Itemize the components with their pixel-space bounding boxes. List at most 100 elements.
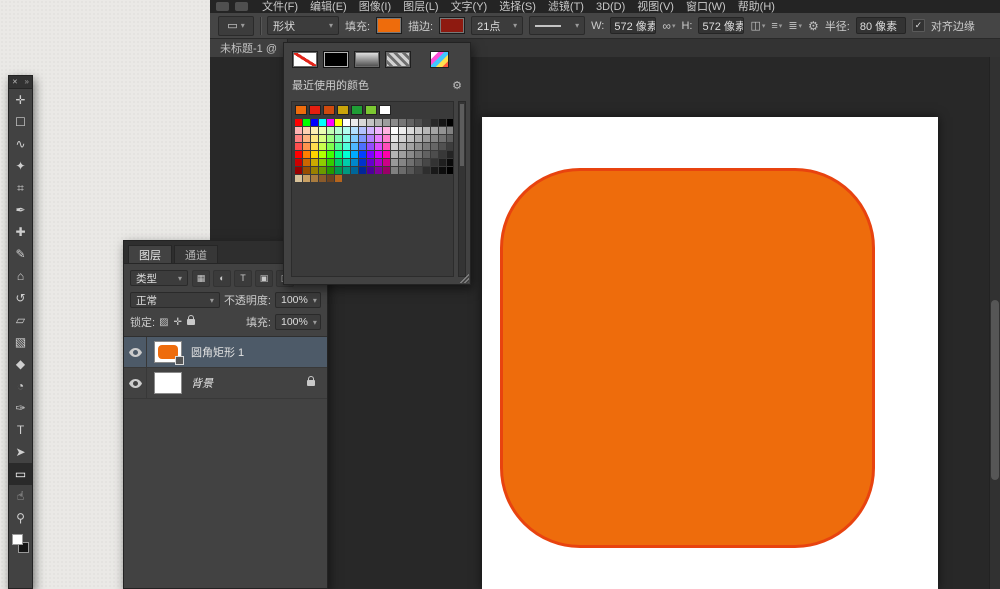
palette-swatch[interactable] xyxy=(415,167,422,174)
palette-swatch[interactable] xyxy=(431,143,438,150)
stroke-color-swatch[interactable] xyxy=(439,17,465,34)
document-canvas[interactable] xyxy=(482,117,938,589)
history-brush-tool-icon[interactable]: ↺ xyxy=(9,287,32,309)
palette-swatch[interactable] xyxy=(407,151,414,158)
palette-swatch[interactable] xyxy=(335,175,342,182)
layer-row-shape[interactable]: 圆角矩形 1 xyxy=(124,337,327,368)
palette-swatch[interactable] xyxy=(407,143,414,150)
palette-swatch[interactable] xyxy=(447,135,454,142)
palette-swatch[interactable] xyxy=(343,135,350,142)
palette-swatch[interactable] xyxy=(359,151,366,158)
gear-icon[interactable]: ⚙ xyxy=(808,19,819,33)
eyedropper-tool-icon[interactable]: ✒ xyxy=(9,199,32,221)
palette-swatch[interactable] xyxy=(447,159,454,166)
palette-swatch[interactable] xyxy=(311,135,318,142)
align-edges-checkbox[interactable]: ✓ xyxy=(912,19,925,32)
menu-item-select[interactable]: 选择(S) xyxy=(493,1,542,13)
palette-swatch[interactable] xyxy=(359,159,366,166)
palette-swatch[interactable] xyxy=(367,119,374,126)
palette-swatch[interactable] xyxy=(327,143,334,150)
palette-swatch[interactable] xyxy=(439,159,446,166)
path-operations-button[interactable]: ◫ xyxy=(750,19,765,32)
pixel-filter-icon[interactable]: ▦ xyxy=(192,270,210,287)
lock-position-icon[interactable]: ✛ xyxy=(174,317,182,328)
palette-swatch[interactable] xyxy=(391,127,398,134)
palette-swatch[interactable] xyxy=(399,167,406,174)
palette-swatch[interactable] xyxy=(335,127,342,134)
palette-swatch[interactable] xyxy=(399,159,406,166)
healing-brush-tool-icon[interactable]: ✚ xyxy=(9,221,32,243)
palette-swatch[interactable] xyxy=(423,159,430,166)
menu-item-3d[interactable]: 3D(D) xyxy=(590,1,631,13)
height-field[interactable]: 572 像素 xyxy=(698,17,744,34)
blend-mode-select[interactable]: 正常 xyxy=(130,292,220,308)
palette-swatch[interactable] xyxy=(327,119,334,126)
palette-swatch[interactable] xyxy=(407,119,414,126)
layer-visibility-icon[interactable] xyxy=(124,337,147,367)
palette-swatch[interactable] xyxy=(391,151,398,158)
palette-swatch[interactable] xyxy=(447,151,454,158)
palette-swatch[interactable] xyxy=(327,175,334,182)
foreground-color-chip[interactable] xyxy=(12,534,23,545)
palette-swatch[interactable] xyxy=(343,151,350,158)
type-filter-icon[interactable]: T xyxy=(234,270,252,287)
palette-swatch[interactable] xyxy=(343,127,350,134)
palette-swatch[interactable] xyxy=(327,127,334,134)
palette-swatch[interactable] xyxy=(423,151,430,158)
palette-swatch[interactable] xyxy=(351,143,358,150)
palette-swatch[interactable] xyxy=(391,167,398,174)
palette-swatch[interactable] xyxy=(319,119,326,126)
palette-swatch[interactable] xyxy=(359,143,366,150)
menu-item-file[interactable]: 文件(F) xyxy=(256,1,304,13)
palette-swatch[interactable] xyxy=(351,159,358,166)
palette-swatch[interactable] xyxy=(431,135,438,142)
palette-swatch[interactable] xyxy=(311,151,318,158)
palette-swatch[interactable] xyxy=(303,135,310,142)
palette-swatch[interactable] xyxy=(359,135,366,142)
recent-color-swatch[interactable] xyxy=(337,105,349,115)
bridge-icon[interactable] xyxy=(235,2,248,11)
palette-swatch[interactable] xyxy=(351,135,358,142)
palette-swatch[interactable] xyxy=(295,119,302,126)
layer-fill-select[interactable]: 100% xyxy=(275,314,321,330)
palette-swatch[interactable] xyxy=(343,119,350,126)
palette-swatch[interactable] xyxy=(335,143,342,150)
palette-swatch[interactable] xyxy=(335,135,342,142)
recent-color-swatch[interactable] xyxy=(295,105,307,115)
eraser-tool-icon[interactable]: ▱ xyxy=(9,309,32,331)
palette-swatch[interactable] xyxy=(319,151,326,158)
tool-preset-button[interactable]: ▭ ▾ xyxy=(218,16,254,36)
palette-swatch[interactable] xyxy=(351,167,358,174)
recent-color-swatch[interactable] xyxy=(365,105,377,115)
lasso-tool-icon[interactable]: ∿ xyxy=(9,133,32,155)
palette-swatch[interactable] xyxy=(343,143,350,150)
palette-swatch[interactable] xyxy=(375,127,382,134)
palette-swatch[interactable] xyxy=(383,119,390,126)
palette-swatch[interactable] xyxy=(351,151,358,158)
palette-swatch[interactable] xyxy=(447,119,454,126)
palette-swatch[interactable] xyxy=(311,175,318,182)
palette-swatch[interactable] xyxy=(423,135,430,142)
palette-swatch[interactable] xyxy=(295,127,302,134)
palette-swatch[interactable] xyxy=(311,143,318,150)
menu-item-edit[interactable]: 编辑(E) xyxy=(304,1,353,13)
palette-swatch[interactable] xyxy=(399,127,406,134)
tab-layers[interactable]: 图层 xyxy=(128,245,172,263)
palette-swatch[interactable] xyxy=(311,127,318,134)
palette-swatch[interactable] xyxy=(311,159,318,166)
palette-swatch[interactable] xyxy=(335,167,342,174)
palette-swatch[interactable] xyxy=(359,119,366,126)
palette-swatch[interactable] xyxy=(327,159,334,166)
menu-item-type[interactable]: 文字(Y) xyxy=(445,1,494,13)
lock-all-icon[interactable] xyxy=(187,319,195,325)
palette-swatch[interactable] xyxy=(391,135,398,142)
gradient-button[interactable] xyxy=(354,51,380,68)
palette-swatch[interactable] xyxy=(407,159,414,166)
palette-swatch[interactable] xyxy=(359,127,366,134)
clone-stamp-tool-icon[interactable]: ⌂ xyxy=(9,265,32,287)
no-color-button[interactable] xyxy=(292,51,318,68)
type-tool-icon[interactable]: T xyxy=(9,419,32,441)
layer-thumbnail[interactable] xyxy=(154,341,182,363)
palette-swatch[interactable] xyxy=(295,167,302,174)
palette-swatch[interactable] xyxy=(303,127,310,134)
